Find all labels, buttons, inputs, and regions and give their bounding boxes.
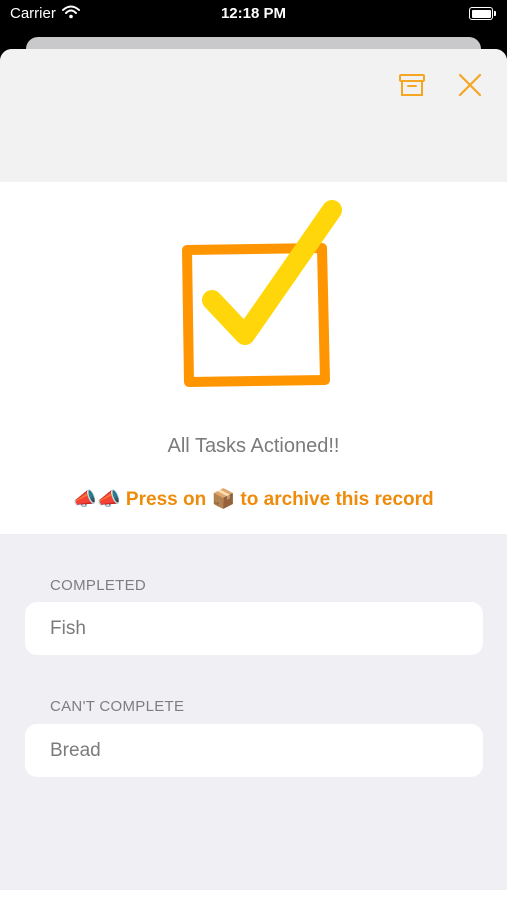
list-item[interactable]: Fish xyxy=(25,602,483,655)
list-item-label: Fish xyxy=(50,618,86,639)
archive-hint: 📣📣 Press on 📦 to archive this record xyxy=(73,489,434,510)
sheet-header xyxy=(0,49,507,182)
archive-button[interactable] xyxy=(396,69,428,101)
close-icon xyxy=(458,73,482,97)
section-header-cant-complete: CAN'T COMPLETE xyxy=(50,698,185,715)
checkbox-check-icon xyxy=(182,200,342,387)
close-button[interactable] xyxy=(454,69,486,101)
hero-title: All Tasks Actioned!! xyxy=(167,435,340,457)
status-time: 12:18 PM xyxy=(220,5,287,22)
archive-icon xyxy=(399,74,425,96)
list-item[interactable]: Bread xyxy=(25,724,483,777)
status-bar: Carrier 12:18 PM xyxy=(0,0,507,30)
section-header-completed: COMPLETED xyxy=(50,577,147,594)
bottom-area xyxy=(0,890,507,900)
battery-icon xyxy=(469,7,496,20)
list-item-label: Bread xyxy=(50,740,101,761)
modal-sheet: All Tasks Actioned!! 📣📣 Press on 📦 to ar… xyxy=(0,49,507,890)
completion-hero: All Tasks Actioned!! 📣📣 Press on 📦 to ar… xyxy=(0,182,507,534)
